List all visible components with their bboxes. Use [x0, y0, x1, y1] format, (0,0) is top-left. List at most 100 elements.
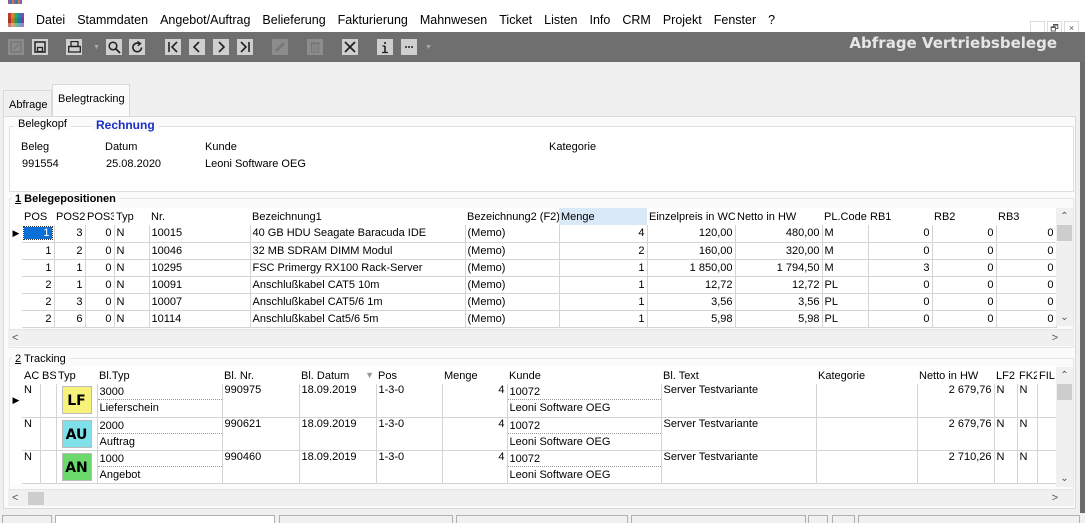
cell-rb1[interactable]: 0 — [868, 310, 933, 328]
menu-listen[interactable]: Listen — [538, 13, 583, 27]
cell-pl-code[interactable]: PL — [822, 276, 869, 294]
cell-netto[interactable]: 2 679,76 — [917, 417, 995, 451]
cell-pos[interactable]: 1 — [22, 259, 55, 277]
cell-bezeichnung2-f2[interactable]: (Memo) — [465, 242, 560, 260]
col-lf2[interactable]: LF2 — [994, 367, 1017, 384]
scroll-thumb[interactable] — [28, 492, 44, 505]
cell-fk2[interactable]: N — [1017, 450, 1038, 484]
col-bl-nr[interactable]: Bl. Nr. — [222, 367, 299, 384]
cell-fil[interactable] — [1037, 450, 1057, 484]
col-pl-code[interactable]: PL.Code — [822, 208, 868, 225]
cell-rb2[interactable]: 0 — [932, 276, 997, 294]
cell-typ[interactable]: AU — [56, 417, 98, 451]
cell-rb3[interactable]: 0 — [996, 259, 1057, 277]
cell-bs[interactable] — [40, 417, 57, 451]
scroll-left-icon[interactable]: < — [12, 330, 18, 347]
cell-bl-typ[interactable]: 1000 Angebot — [97, 450, 223, 484]
cell-rb3[interactable]: 0 — [996, 276, 1057, 294]
cell-bs[interactable] — [40, 450, 57, 484]
cell-netto-in-hw[interactable]: 5,98 — [735, 310, 823, 328]
cell-bezeichnung1[interactable]: 32 MB SDRAM DIMM Modul — [250, 242, 466, 260]
cell-lf2[interactable]: N — [994, 450, 1018, 484]
scroll-thumb[interactable] — [1057, 225, 1072, 241]
positions-row[interactable]: 1 2 0 N 10046 32 MB SDRAM DIMM Modul (Memo) 2 16… — [10, 242, 1057, 260]
col-pos2[interactable]: POS2 — [54, 208, 85, 225]
cell-bezeichnung2-f2[interactable]: (Memo) — [465, 225, 560, 243]
cell-nr[interactable]: 10007 — [149, 293, 251, 311]
positions-vertical-scrollbar[interactable]: ⌃ ⌄ — [1056, 208, 1073, 326]
sort-filter-icon[interactable]: ▼ — [365, 370, 374, 380]
col-nr[interactable]: Nr. — [149, 208, 250, 225]
col-rb3[interactable]: RB3 — [996, 208, 1056, 225]
cell-einzelpreis-in-wc[interactable]: 120,00 — [647, 225, 736, 243]
cell-netto[interactable]: 2 710,26 — [917, 450, 995, 484]
cell-menge[interactable]: 1 — [559, 276, 648, 294]
cell-bezeichnung1[interactable]: Anschlußkabel Cat5/6 5m — [250, 310, 466, 328]
cell-menge[interactable]: 2 — [559, 242, 648, 260]
col-menge[interactable]: Menge — [559, 208, 647, 225]
menu-datei[interactable]: Datei — [30, 13, 71, 27]
cell-bs[interactable] — [40, 384, 57, 418]
cell-netto-in-hw[interactable]: 1 794,50 — [735, 259, 823, 277]
cell-pos2[interactable]: 6 — [54, 310, 86, 328]
col-pos[interactable]: Pos — [376, 367, 442, 384]
cell-pos3[interactable]: 0 — [85, 310, 115, 328]
col-typ[interactable]: Typ — [56, 367, 97, 384]
cell-netto[interactable]: 2 679,76 — [917, 384, 995, 418]
cell-menge[interactable]: 4 — [442, 417, 508, 451]
scroll-left-icon[interactable]: < — [12, 490, 18, 507]
cell-pl-code[interactable]: PL — [822, 310, 869, 328]
cell-kunde[interactable]: 10072 Leoni Software OEG — [507, 417, 662, 451]
col-bl-typ[interactable]: Bl.Typ — [97, 367, 222, 384]
cell-nr[interactable]: 10015 — [149, 225, 251, 243]
menu-projekt[interactable]: Projekt — [657, 13, 708, 27]
cell-pos3[interactable]: 0 — [85, 259, 115, 277]
col-einzelpreis[interactable]: Einzelpreis in WC — [647, 208, 735, 225]
menu-angebot-auftrag[interactable]: Angebot/Auftrag — [154, 13, 256, 27]
col-typ[interactable]: Typ — [114, 208, 149, 225]
tracking-row[interactable]: ▶ N LF 3000 Lieferschein 990975 18.09.2019 1-3-… — [10, 384, 1057, 418]
print-icon[interactable] — [66, 39, 82, 55]
refresh-icon[interactable] — [129, 39, 145, 55]
cell-typ[interactable]: AN — [56, 450, 98, 484]
cell-netto-in-hw[interactable]: 320,00 — [735, 242, 823, 260]
menu-fakturierung[interactable]: Fakturierung — [332, 13, 414, 27]
col-bs[interactable]: BS — [40, 367, 56, 384]
cell-bl-text[interactable]: Server Testvariante — [661, 384, 817, 418]
cell-bezeichnung1[interactable]: Anschlußkabel CAT5/6 1m — [250, 293, 466, 311]
tracking-row[interactable]: N AN 1000 Angebot 990460 18.09.2019 1-3-0 4 1007… — [10, 450, 1057, 484]
cell-pl-code[interactable]: M — [822, 242, 869, 260]
cell-fk2[interactable]: N — [1017, 417, 1038, 451]
first-record-icon[interactable] — [165, 39, 181, 55]
cell-fil[interactable] — [1037, 384, 1057, 418]
positions-grid[interactable]: POS POS2 POS3 Typ Nr. Bezeichnung1 Bezei… — [10, 208, 1057, 328]
col-rb1[interactable]: RB1 — [868, 208, 932, 225]
cell-typ[interactable]: N — [114, 259, 150, 277]
cell-rb1[interactable]: 0 — [868, 242, 933, 260]
cell-einzelpreis-in-wc[interactable]: 3,56 — [647, 293, 736, 311]
cell-typ[interactable]: N — [114, 225, 150, 243]
cell-pl-code[interactable]: PL — [822, 293, 869, 311]
cell-rb3[interactable]: 0 — [996, 293, 1057, 311]
cell-pos2[interactable]: 3 — [54, 293, 86, 311]
cell-pos3[interactable]: 0 — [85, 293, 115, 311]
more-dropdown-icon[interactable]: ▼ — [425, 44, 432, 51]
tab-belegtracking[interactable]: Belegtracking — [52, 84, 130, 116]
positions-row[interactable]: 2 1 0 N 10091 Anschlußkabel CAT5 10m (Memo) 1 12… — [10, 276, 1057, 294]
cell-bl-text[interactable]: Server Testvariante — [661, 417, 817, 451]
tracking-vertical-scrollbar[interactable]: ⌃ ⌄ — [1056, 367, 1073, 487]
cell-menge[interactable]: 4 — [442, 450, 508, 484]
cell-pos[interactable]: 1 — [22, 242, 55, 260]
cell-netto-in-hw[interactable]: 3,56 — [735, 293, 823, 311]
cell-einzelpreis-in-wc[interactable]: 5,98 — [647, 310, 736, 328]
positions-horizontal-scrollbar[interactable]: < > — [8, 329, 1074, 346]
cell-netto-in-hw[interactable]: 12,72 — [735, 276, 823, 294]
cell-nr[interactable]: 10046 — [149, 242, 251, 260]
col-pos3[interactable]: POS3 — [85, 208, 114, 225]
positions-row[interactable]: 1 1 0 N 10295 FSC Primergy RX100 Rack-Server(… — [10, 259, 1057, 277]
cell-rb3[interactable]: 0 — [996, 242, 1057, 260]
cell-pos[interactable]: 1 — [22, 225, 55, 243]
info-icon[interactable] — [377, 39, 393, 55]
cell-rb2[interactable]: 0 — [932, 225, 997, 243]
cell-nr[interactable]: 10295 — [149, 259, 251, 277]
